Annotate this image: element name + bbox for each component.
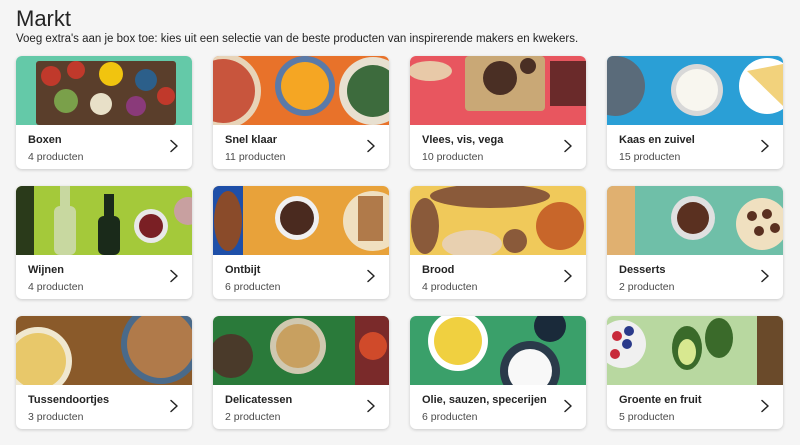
category-name: Kaas en zuivel (619, 134, 695, 146)
delicatessen-image[interactable] (213, 316, 389, 385)
chevron-right-icon[interactable] (365, 139, 377, 153)
category-card[interactable]: Kaas en zuivel 15 producten (607, 56, 783, 169)
category-name: Snel klaar (225, 134, 277, 146)
category-name: Tussendoortjes (28, 394, 110, 406)
card-body: Tussendoortjes 3 producten (16, 385, 192, 429)
chevron-right-icon[interactable] (168, 269, 180, 283)
card-body: Olie, sauzen, specerijen 6 producten (410, 385, 586, 429)
product-count: 6 producten (422, 411, 478, 423)
category-name: Groente en fruit (619, 394, 702, 406)
category-card[interactable]: Olie, sauzen, specerijen 6 producten (410, 316, 586, 429)
card-body: Brood 4 producten (410, 255, 586, 299)
card-body: Vlees, vis, vega 10 producten (410, 125, 586, 169)
category-name: Brood (422, 264, 455, 276)
category-name: Olie, sauzen, specerijen (422, 394, 547, 406)
category-name: Boxen (28, 134, 62, 146)
category-card[interactable]: Desserts 2 producten (607, 186, 783, 299)
category-card[interactable]: Brood 4 producten (410, 186, 586, 299)
card-body: Wijnen 4 producten (16, 255, 192, 299)
chevron-right-icon[interactable] (759, 269, 771, 283)
category-card[interactable]: Groente en fruit 5 producten (607, 316, 783, 429)
card-body: Snel klaar 11 producten (213, 125, 389, 169)
category-name: Delicatessen (225, 394, 293, 406)
category-card[interactable]: Snel klaar 11 producten (213, 56, 389, 169)
category-name: Desserts (619, 264, 666, 276)
category-card[interactable]: Delicatessen 2 producten (213, 316, 389, 429)
card-body: Ontbijt 6 producten (213, 255, 389, 299)
product-count: 15 producten (619, 151, 681, 163)
product-count: 4 producten (28, 151, 84, 163)
category-name: Vlees, vis, vega (422, 134, 504, 146)
category-name: Ontbijt (225, 264, 261, 276)
chevron-right-icon[interactable] (562, 139, 574, 153)
card-body: Groente en fruit 5 producten (607, 385, 783, 429)
product-count: 11 producten (225, 151, 286, 163)
chevron-right-icon[interactable] (168, 399, 180, 413)
page-title: Markt (16, 6, 71, 31)
category-card[interactable]: Ontbijt 6 producten (213, 186, 389, 299)
product-count: 2 producten (225, 411, 281, 423)
product-count: 3 producten (28, 411, 84, 423)
card-body: Kaas en zuivel 15 producten (607, 125, 783, 169)
card-body: Delicatessen 2 producten (213, 385, 389, 429)
bread-image[interactable] (410, 186, 586, 255)
boxes-produce-image[interactable] (16, 56, 192, 125)
chevron-right-icon[interactable] (365, 399, 377, 413)
quick-meals-image[interactable] (213, 56, 389, 125)
card-body: Boxen 4 producten (16, 125, 192, 169)
vegetables-fruit-image[interactable] (607, 316, 783, 385)
chevron-right-icon[interactable] (562, 269, 574, 283)
chevron-right-icon[interactable] (365, 269, 377, 283)
breakfast-image[interactable] (213, 186, 389, 255)
category-card[interactable]: Tussendoortjes 3 producten (16, 316, 192, 429)
product-count: 5 producten (619, 411, 675, 423)
product-count: 4 producten (28, 281, 84, 293)
category-grid: Boxen 4 producten Snel klaar 11 producten … (16, 56, 785, 429)
category-card[interactable]: Wijnen 4 producten (16, 186, 192, 299)
product-count: 2 producten (619, 281, 675, 293)
product-count: 10 producten (422, 151, 484, 163)
page-subtitle: Voeg extra's aan je box toe: kies uit ee… (16, 33, 579, 45)
chevron-right-icon[interactable] (759, 139, 771, 153)
category-name: Wijnen (28, 264, 64, 276)
oil-sauces-spices-image[interactable] (410, 316, 586, 385)
product-count: 6 producten (225, 281, 281, 293)
chevron-right-icon[interactable] (168, 139, 180, 153)
desserts-image[interactable] (607, 186, 783, 255)
category-card[interactable]: Boxen 4 producten (16, 56, 192, 169)
meat-fish-veg-image[interactable] (410, 56, 586, 125)
snacks-image[interactable] (16, 316, 192, 385)
card-body: Desserts 2 producten (607, 255, 783, 299)
chevron-right-icon[interactable] (759, 399, 771, 413)
wines-image[interactable] (16, 186, 192, 255)
category-card[interactable]: Vlees, vis, vega 10 producten (410, 56, 586, 169)
cheese-dairy-image[interactable] (607, 56, 783, 125)
chevron-right-icon[interactable] (562, 399, 574, 413)
product-count: 4 producten (422, 281, 478, 293)
